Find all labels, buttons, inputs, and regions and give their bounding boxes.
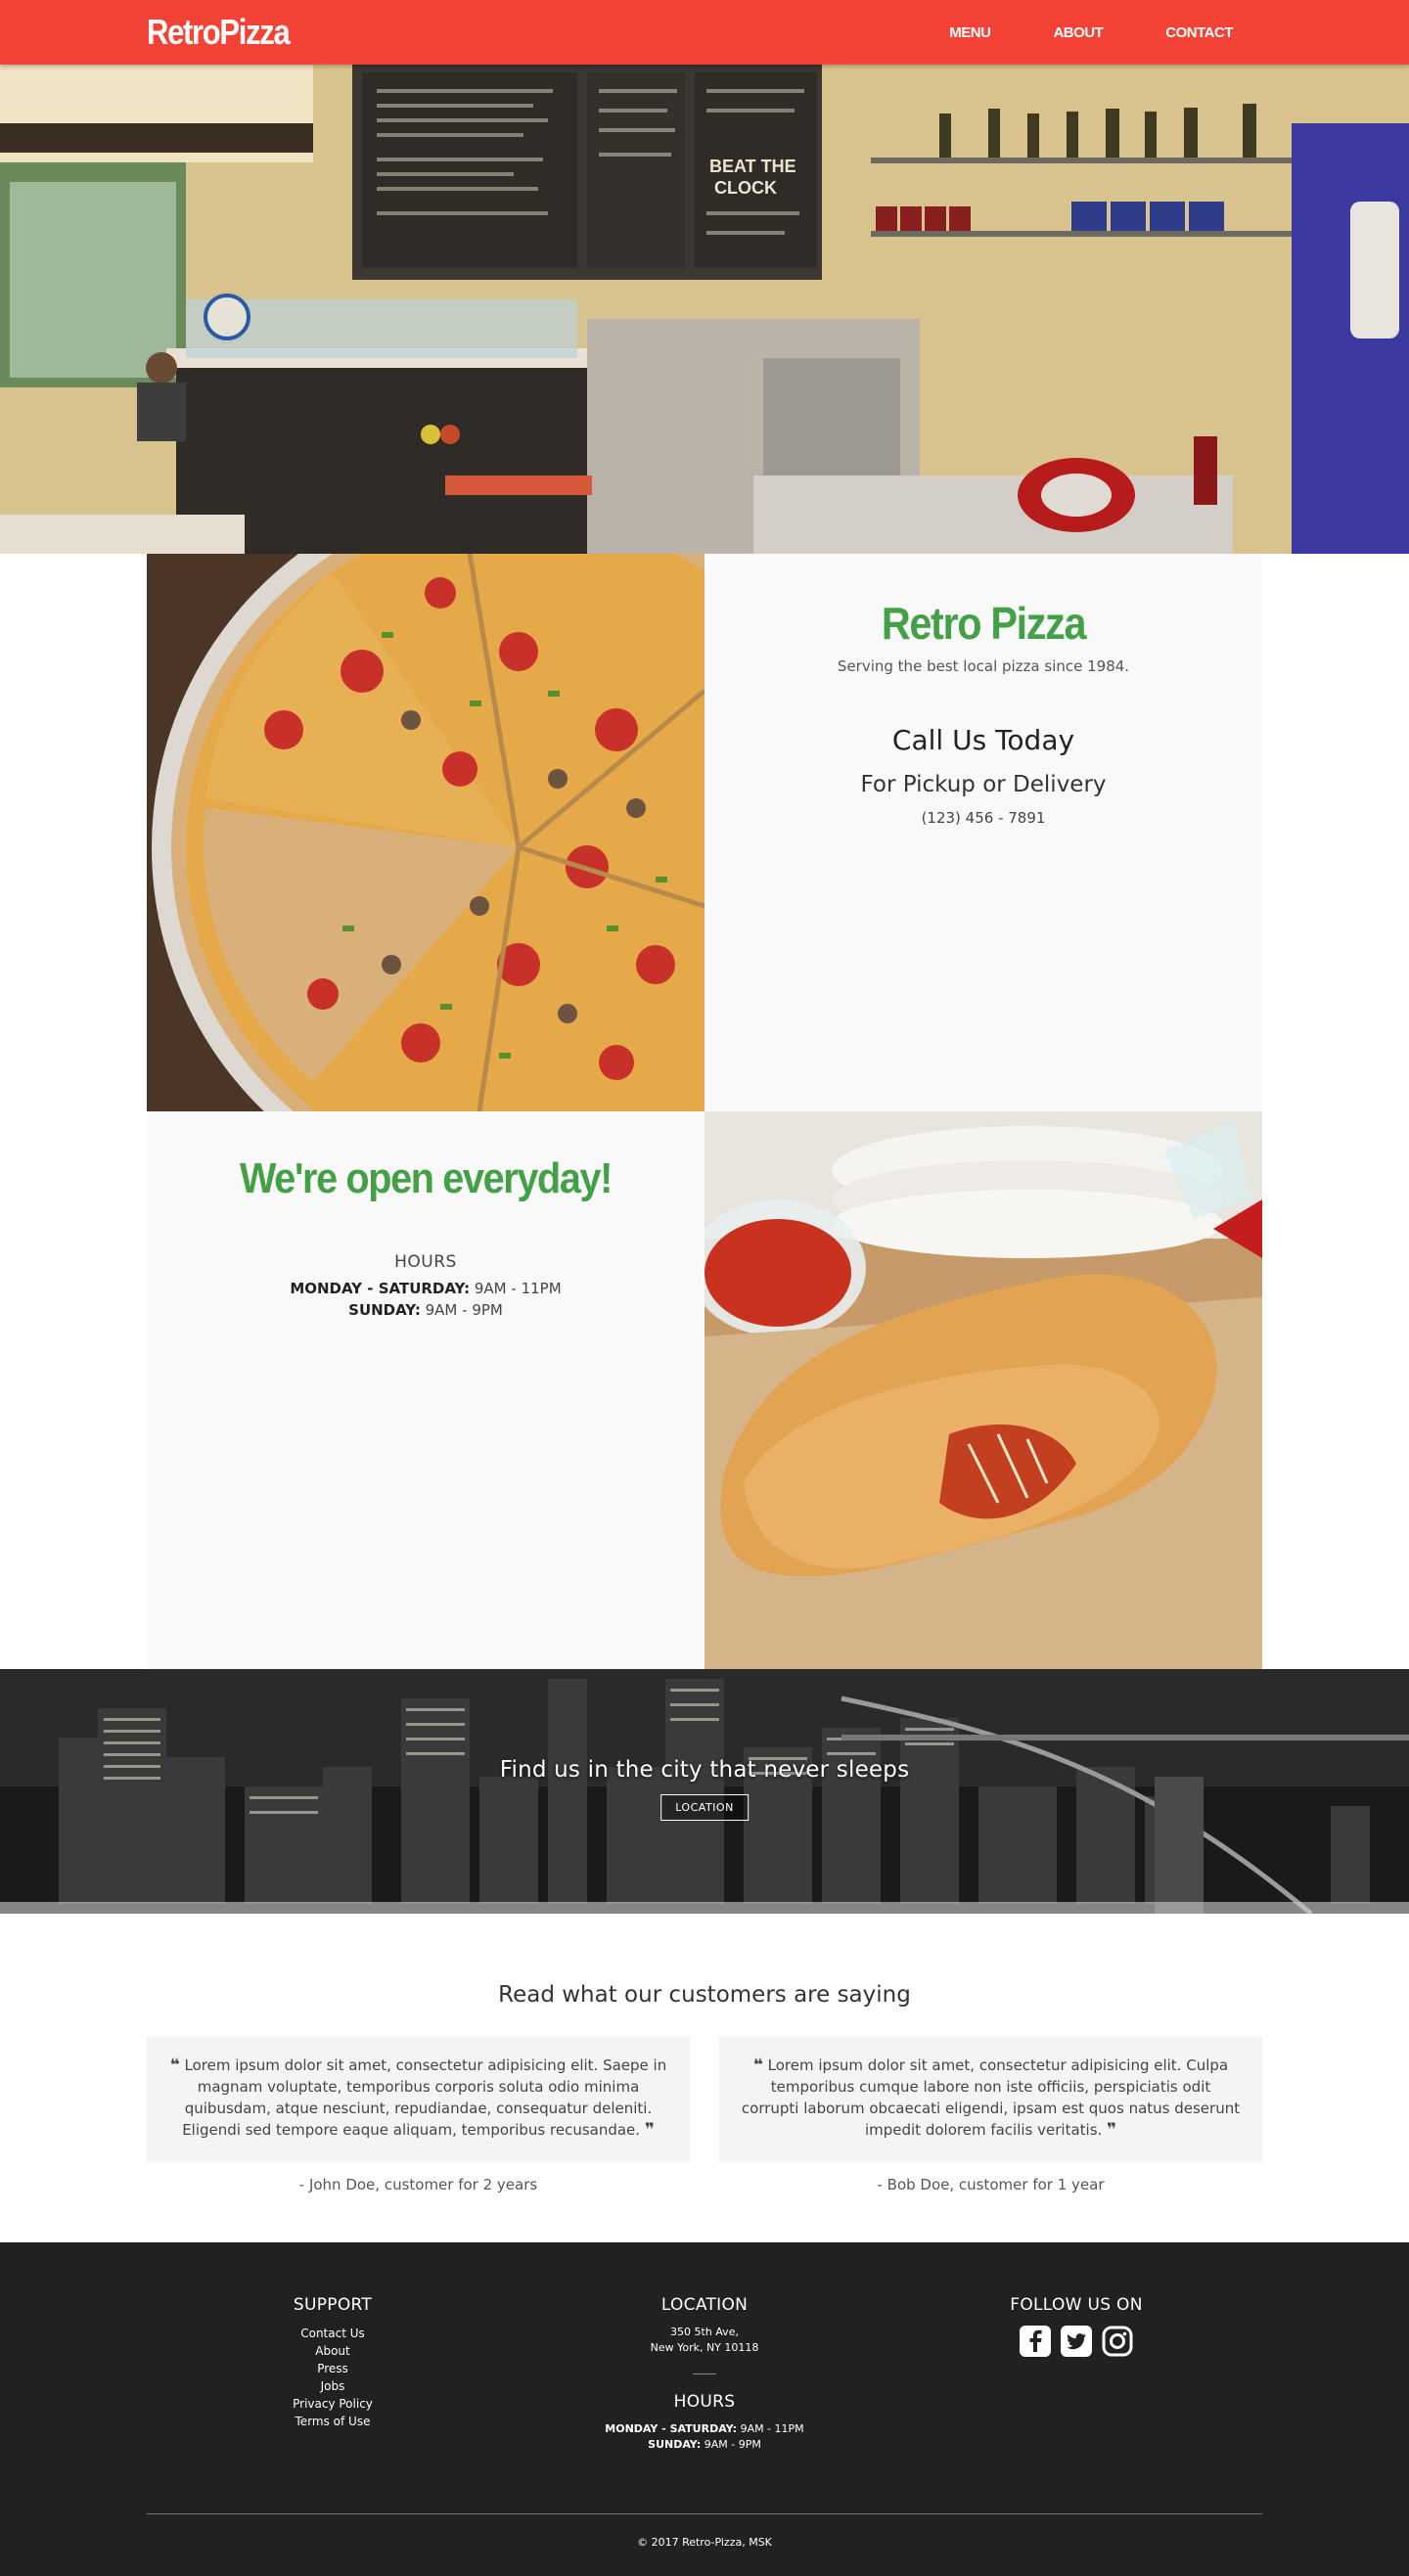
support-heading: SUPPORT [293, 2295, 373, 2315]
sunday-label: SUNDAY: [348, 1301, 421, 1319]
intro-title: Retro Pizza [881, 598, 1087, 649]
footer-weekday-hours: MONDAY - SATURDAY: 9AM - 11PM [519, 2421, 890, 2437]
testimonials-title: Read what our customers are saying [498, 1982, 911, 2008]
city-banner-text: Find us in the city that never sleeps [499, 1757, 910, 1783]
testimonials-row: ❝ Lorem ipsum dolor sit amet, consectetu… [147, 2037, 1262, 2193]
footer-link-terms-of-use[interactable]: Terms of Use [147, 2413, 519, 2430]
testimonial-quote: ❝ Lorem ipsum dolor sit amet, consectetu… [147, 2037, 690, 2162]
footer-link-jobs[interactable]: Jobs [147, 2377, 519, 2395]
footer-link-privacy-policy[interactable]: Privacy Policy [147, 2395, 519, 2413]
footer-columns: SUPPORT Contact Us About Press Jobs Priv… [147, 2295, 1262, 2453]
testimonial-quote: ❝ Lorem ipsum dolor sit amet, consectetu… [719, 2037, 1262, 2162]
intro-tagline: Serving the best local pizza since 1984. [837, 657, 1130, 675]
weekday-label: MONDAY - SATURDAY: [290, 1280, 471, 1297]
footer-link-contact-us[interactable]: Contact Us [147, 2325, 519, 2342]
testimonials-section: Read what our customers are saying ❝ Lor… [147, 1914, 1262, 2242]
footer-link-about[interactable]: About [147, 2342, 519, 2360]
footer-support: SUPPORT Contact Us About Press Jobs Priv… [147, 2295, 519, 2453]
call-us-heading: Call Us Today [891, 724, 1075, 756]
intro-panel: Retro Pizza Serving the best local pizza… [704, 554, 1262, 1111]
nav-link-menu[interactable]: MENU [918, 24, 1022, 41]
instagram-icon[interactable] [1101, 2325, 1134, 2358]
address-line-2: New York, NY 10118 [650, 2341, 759, 2354]
city-skyline-illustration [0, 1669, 1409, 1914]
twitter-icon[interactable] [1060, 2325, 1093, 2358]
pizza-illustration [147, 554, 704, 1111]
footer-sunday-label: SUNDAY: [648, 2438, 702, 2451]
footer-divider [693, 2373, 716, 2374]
hours-heading: HOURS [394, 1252, 457, 1272]
facebook-icon[interactable] [1019, 2325, 1052, 2358]
weekday-value: 9AM - 11PM [470, 1280, 562, 1297]
brand-logo[interactable]: RetroPizza [147, 12, 291, 53]
testimonial-text: Lorem ipsum dolor sit amet, consectetur … [179, 2056, 667, 2139]
pizza-photo [147, 554, 704, 1111]
testimonial-text: Lorem ipsum dolor sit amet, consectetur … [741, 2056, 1241, 2139]
intro-row: Retro Pizza Serving the best local pizza… [147, 554, 1262, 1111]
quote-open-icon: ❝ [169, 2056, 180, 2075]
follow-heading: FOLLOW US ON [1010, 2295, 1143, 2315]
address-line-1: 350 5th Ave, [670, 2326, 739, 2338]
footer-location: LOCATION 350 5th Ave, New York, NY 10118… [519, 2295, 890, 2453]
location-heading: LOCATION [660, 2295, 749, 2315]
sunday-value: 9AM - 9PM [420, 1301, 503, 1319]
calzone-illustration [704, 1111, 1262, 1669]
hero-image: BEAT THE CLOCK [0, 65, 1409, 554]
svg-text:CLOCK: CLOCK [714, 178, 777, 198]
quote-open-icon: ❝ [752, 2056, 763, 2075]
nav-links: MENU ABOUT CONTACT [918, 0, 1233, 65]
nav-link-about[interactable]: ABOUT [1022, 24, 1134, 41]
footer-weekday-label: MONDAY - SATURDAY: [605, 2422, 738, 2435]
testimonial-author: - Bob Doe, customer for 1 year [877, 2176, 1105, 2193]
city-banner: Find us in the city that never sleeps LO… [0, 1669, 1409, 1914]
quote-close-icon: ❞ [1107, 2120, 1117, 2140]
quote-close-icon: ❞ [644, 2120, 655, 2140]
footer-rule [147, 2513, 1262, 2514]
pickup-delivery-subheading: For Pickup or Delivery [860, 772, 1107, 797]
calzone-photo [704, 1111, 1262, 1669]
footer-hours-heading: HOURS [673, 2392, 736, 2412]
hours-row: We're open everyday! HOURS MONDAY - SATU… [147, 1111, 1262, 1669]
footer-sunday-hours: SUNDAY: 9AM - 9PM [519, 2437, 890, 2453]
location-button[interactable]: LOCATION [660, 1794, 749, 1821]
hours-panel: We're open everyday! HOURS MONDAY - SATU… [147, 1111, 704, 1669]
social-icons [890, 2325, 1262, 2358]
copyright: © 2017 Retro-Pizza, MSK [637, 2536, 772, 2549]
testimonial-card: ❝ Lorem ipsum dolor sit amet, consectetu… [147, 2037, 690, 2193]
phone-number[interactable]: (123) 456 - 7891 [704, 809, 1262, 827]
weekday-hours: MONDAY - SATURDAY: 9AM - 11PM [147, 1280, 704, 1297]
open-everyday-title: We're open everyday! [239, 1154, 613, 1202]
sunday-hours: SUNDAY: 9AM - 9PM [147, 1301, 704, 1319]
footer-sunday-value: 9AM - 9PM [701, 2438, 761, 2451]
nav-link-contact[interactable]: CONTACT [1134, 24, 1233, 41]
footer-link-press[interactable]: Press [147, 2360, 519, 2377]
pizzeria-interior-illustration: BEAT THE CLOCK [0, 65, 1409, 554]
svg-text:BEAT THE: BEAT THE [709, 157, 796, 176]
footer-weekday-value: 9AM - 11PM [737, 2422, 804, 2435]
footer: SUPPORT Contact Us About Press Jobs Priv… [0, 2242, 1409, 2576]
testimonial-card: ❝ Lorem ipsum dolor sit amet, consectetu… [719, 2037, 1262, 2193]
footer-social: FOLLOW US ON [890, 2295, 1262, 2453]
testimonial-author: - John Doe, customer for 2 years [298, 2176, 538, 2193]
navbar: RetroPizza MENU ABOUT CONTACT [0, 0, 1409, 65]
